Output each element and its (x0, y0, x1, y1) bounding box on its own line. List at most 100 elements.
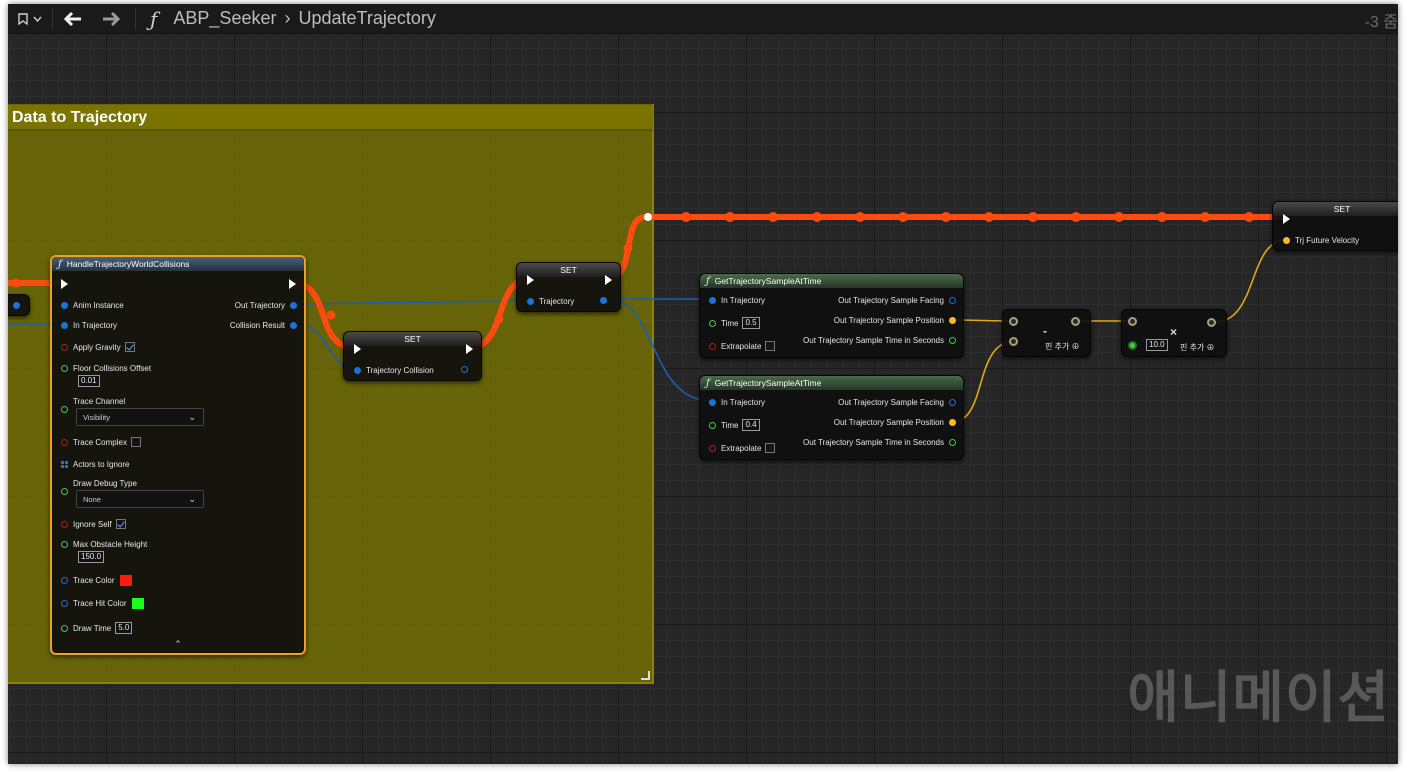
draw-debug-value: None (83, 494, 101, 504)
chevron-down-icon: ⌄ (188, 494, 196, 504)
out-facing-pin[interactable]: Out Trajectory Sample Facing (838, 296, 956, 305)
out-time-pin[interactable]: Out Trajectory Sample Time in Seconds (803, 336, 956, 345)
subtract-node[interactable]: - 핀 추가 ⊕ (1002, 309, 1091, 357)
extrapolate-pin[interactable]: Extrapolate (709, 341, 776, 351)
future-velocity-pin[interactable]: Trj Future Velocity (1283, 236, 1359, 245)
blueprint-graph-canvas[interactable]: ƒ ABP_Seeker › UpdateTrajectory -3 줌 Dat… (8, 4, 1398, 764)
plus-circle-icon: ⊕ (1071, 342, 1080, 351)
floor-offset-label-pin[interactable]: Floor Collisions Offset (61, 364, 151, 373)
node-title: SET (404, 334, 421, 344)
time-input[interactable]: 0.5 (742, 317, 760, 329)
trace-channel-pin[interactable] (61, 406, 73, 413)
wire-out-trajectory-to-set (295, 300, 519, 305)
node-title: GetTrajectorySampleAtTime (714, 378, 822, 388)
multiply-symbol: × (1170, 325, 1178, 339)
trace-hit-color-pin[interactable]: Trace Hit Color (61, 598, 144, 609)
function-icon: ƒ (706, 377, 710, 389)
node-header[interactable]: SET (1273, 202, 1398, 216)
collision-result-pin[interactable]: Collision Result (230, 321, 297, 330)
in-trajectory-pin[interactable]: In Trajectory (61, 321, 117, 330)
draw-debug-label: Draw Debug Type (73, 479, 137, 488)
extrapolate-checkbox[interactable] (765, 341, 776, 351)
multiply-b-input[interactable]: 10.0 (1146, 339, 1168, 351)
trace-hit-color-swatch[interactable] (131, 598, 144, 609)
node-header[interactable]: SET (344, 332, 481, 346)
trace-color-pin[interactable]: Trace Color (61, 575, 132, 586)
out-position-pin[interactable]: Out Trajectory Sample Position (834, 316, 956, 325)
node-header[interactable]: ƒ HandleTrajectoryWorldCollisions (52, 257, 304, 271)
wire-multiply-to-velocity (1214, 239, 1287, 323)
ignore-self-pin[interactable]: Ignore Self (61, 519, 126, 529)
subtract-out-pin[interactable] (1071, 317, 1085, 326)
trace-channel-dropdown[interactable]: Visibility ⌄ (76, 408, 204, 426)
add-pin-button[interactable]: 핀 추가 ⊕ (1045, 341, 1080, 352)
draw-debug-pin[interactable] (61, 488, 73, 495)
exec-out-pin[interactable] (289, 279, 296, 289)
anim-instance-pin[interactable]: Anim Instance (61, 301, 124, 310)
in-trajectory-pin[interactable]: In Trajectory (709, 296, 765, 305)
out-facing-pin[interactable]: Out Trajectory Sample Facing (838, 398, 956, 407)
subtract-b-pin[interactable] (1009, 337, 1023, 346)
in-trajectory-pin[interactable]: In Trajectory (709, 398, 765, 407)
trajectory-pin[interactable]: Trajectory (527, 297, 574, 306)
node-header[interactable]: ƒ GetTrajectorySampleAtTime (700, 274, 963, 288)
trajectory-out-pin[interactable] (600, 297, 612, 304)
multiply-b-pin[interactable]: 10.0 (1128, 339, 1168, 351)
apply-gravity-pin[interactable]: Apply Gravity (61, 342, 135, 352)
apply-gravity-checkbox[interactable] (124, 342, 135, 352)
set-trajectory-collision-node[interactable]: SET Trajectory Collision (343, 331, 482, 381)
draw-debug-dropdown[interactable]: None ⌄ (76, 490, 204, 508)
trajectory-collision-pin[interactable]: Trajectory Collision (354, 366, 434, 375)
ignore-self-checkbox[interactable] (115, 519, 126, 529)
draw-time-input[interactable]: 5.0 (115, 622, 133, 634)
exec-out-pin[interactable] (605, 275, 612, 285)
time-pin[interactable]: Time 0.4 (709, 419, 760, 431)
exec-out-pin[interactable] (466, 344, 473, 354)
get-trajectory-sample-node-top[interactable]: ƒ GetTrajectorySampleAtTime In Trajector… (699, 273, 964, 358)
animation-watermark: 애니메이션 (1127, 666, 1390, 731)
node-title: GetTrajectorySampleAtTime (714, 276, 822, 286)
extrapolate-pin[interactable]: Extrapolate (709, 443, 776, 453)
max-obstacle-label-pin[interactable]: Max Obstacle Height (61, 540, 147, 549)
floor-offset-input[interactable]: 0.01 (78, 375, 100, 387)
node-title: SET (1333, 204, 1351, 214)
wire-exec-set2-to-velocity (605, 214, 1285, 282)
draw-time-pin[interactable]: Draw Time 5.0 (61, 622, 133, 634)
multiply-out-pin[interactable] (1207, 318, 1221, 327)
chevron-down-icon: ⌄ (188, 412, 196, 422)
time-input[interactable]: 0.4 (742, 419, 760, 431)
trajectory-collision-out-pin[interactable] (461, 366, 473, 373)
reroute-node-left[interactable] (8, 294, 30, 316)
subtract-a-pin[interactable] (1009, 317, 1023, 326)
trace-color-swatch[interactable] (119, 575, 132, 586)
exec-in-pin[interactable] (1283, 214, 1290, 224)
out-time-pin[interactable]: Out Trajectory Sample Time in Seconds (803, 438, 956, 447)
multiply-node[interactable]: 10.0 × 핀 추가 ⊕ (1121, 309, 1227, 357)
trace-channel-value: Visibility (83, 412, 110, 422)
handle-trajectory-collisions-node[interactable]: ƒ HandleTrajectoryWorldCollisions Anim I… (50, 255, 306, 655)
set-future-velocity-node[interactable]: SET Trj Future Velocity (1272, 201, 1398, 251)
node-header[interactable]: ƒ GetTrajectorySampleAtTime (700, 376, 963, 390)
exec-in-pin[interactable] (527, 275, 534, 285)
collapse-caret-icon[interactable]: ⌃ (174, 639, 182, 650)
exec-reroute-node (644, 213, 652, 221)
out-trajectory-pin[interactable]: Out Trajectory (235, 301, 297, 310)
get-trajectory-sample-node-bottom[interactable]: ƒ GetTrajectorySampleAtTime In Trajector… (699, 375, 964, 460)
plus-circle-icon: ⊕ (1206, 343, 1215, 352)
function-icon: ƒ (58, 258, 62, 270)
actors-to-ignore-pin[interactable]: Actors to Ignore (61, 460, 129, 469)
node-title: HandleTrajectoryWorldCollisions (66, 259, 190, 269)
extrapolate-checkbox[interactable] (765, 443, 776, 453)
exec-in-pin[interactable] (354, 344, 361, 354)
time-pin[interactable]: Time 0.5 (709, 317, 760, 329)
set-trajectory-node[interactable]: SET Trajectory (516, 262, 621, 312)
array-pin-icon (61, 461, 68, 468)
max-obstacle-input[interactable]: 150.0 (78, 551, 105, 563)
trace-complex-checkbox[interactable] (130, 437, 141, 447)
out-position-pin[interactable]: Out Trajectory Sample Position (834, 418, 956, 427)
trace-complex-pin[interactable]: Trace Complex (61, 437, 141, 447)
multiply-a-pin[interactable] (1128, 317, 1142, 326)
exec-in-pin[interactable] (61, 279, 68, 289)
add-pin-button[interactable]: 핀 추가 ⊕ (1180, 342, 1215, 353)
reroute-pin[interactable] (13, 302, 25, 309)
